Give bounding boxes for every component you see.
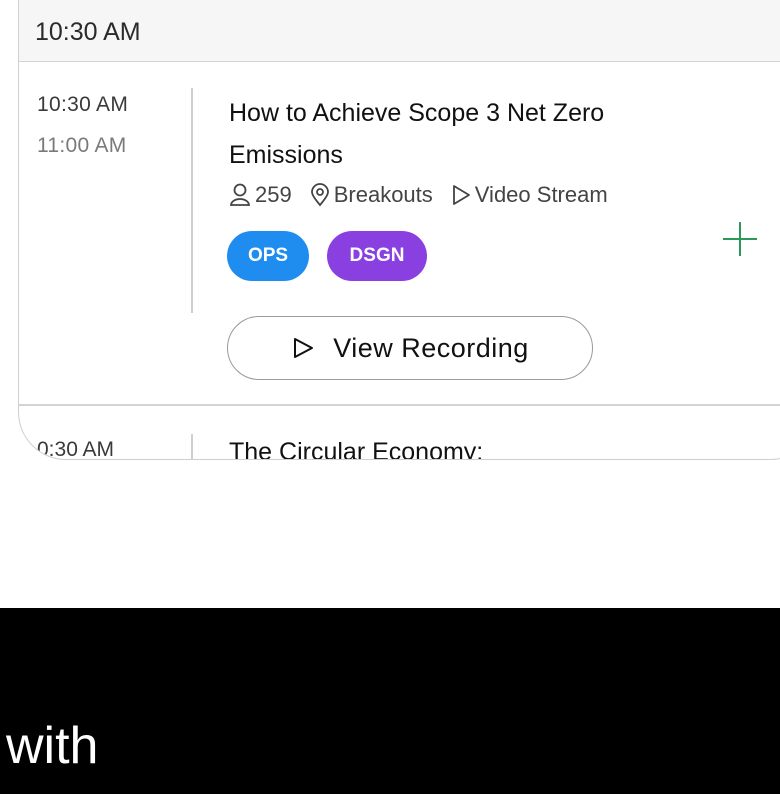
caption-bar: with: [0, 608, 780, 794]
session-end-time: 11:00 AM: [37, 134, 127, 157]
location-pin-icon: [310, 183, 329, 207]
session-start-time: 10:30 AM: [37, 93, 129, 116]
play-icon: [294, 338, 314, 358]
stream-label: Video Stream: [474, 182, 608, 207]
session-divider: [19, 404, 780, 406]
plus-icon[interactable]: [723, 222, 757, 256]
next-session-start-time: 0:30 AM: [37, 438, 115, 460]
session-meta: 259 Breakouts Video Stream: [229, 182, 626, 208]
session-stream: Video Stream: [451, 182, 608, 208]
time-slot-header: 10:30 AM: [19, 0, 780, 62]
play-icon: [452, 185, 470, 205]
session-location: Breakouts: [310, 182, 433, 208]
view-recording-button[interactable]: View Recording: [227, 316, 593, 380]
attendees-count: 259: [229, 182, 292, 208]
tag-ops[interactable]: OPS: [227, 231, 309, 281]
time-divider: [191, 88, 193, 313]
view-recording-label: View Recording: [333, 332, 529, 363]
time-divider: [191, 434, 193, 459]
session-tags: OPS DSGN: [227, 231, 445, 281]
session-title[interactable]: How to Achieve Scope 3 Net Zero Emission…: [229, 92, 669, 176]
tag-dsgn[interactable]: DSGN: [327, 231, 427, 281]
time-slot-label: 10:30 AM: [35, 18, 141, 46]
schedule-card: 10:30 AM 10:30 AM 11:00 AM How to Achiev…: [18, 0, 780, 460]
location-label: Breakouts: [333, 182, 433, 207]
caption-text: with: [6, 717, 99, 775]
next-session-title[interactable]: The Circular Economy:: [229, 438, 483, 459]
person-icon: [229, 183, 251, 206]
attendees-value: 259: [255, 182, 292, 207]
